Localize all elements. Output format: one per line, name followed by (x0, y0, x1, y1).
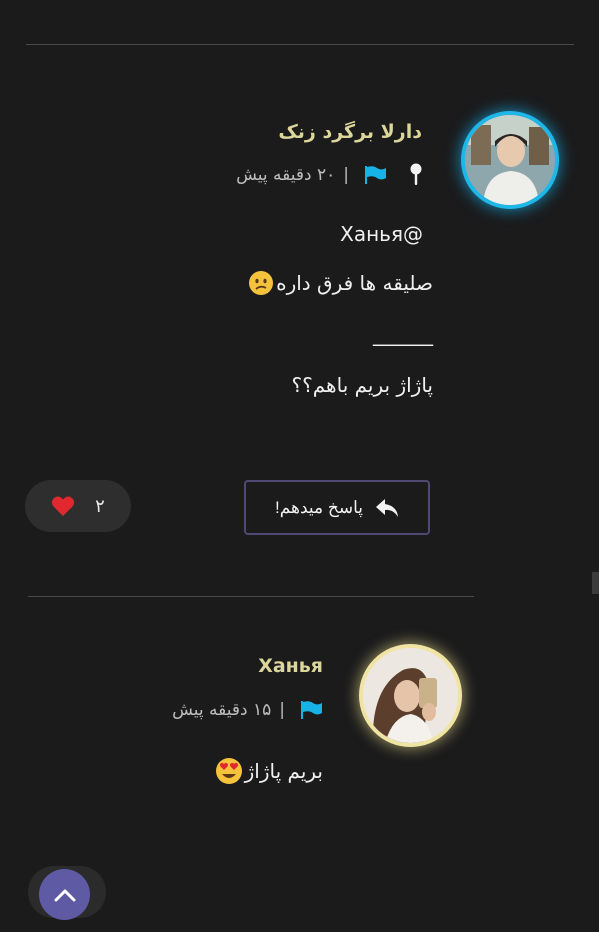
like-button[interactable]: ۲ (25, 480, 131, 532)
comment-line: صلیقه ها فرق داره (248, 270, 433, 296)
heart-icon (51, 495, 75, 517)
avatar-xanya[interactable] (363, 648, 458, 743)
scrollbar-thumb[interactable] (592, 572, 599, 594)
top-divider (26, 44, 574, 45)
comment-meta: | ۲۰ دقیقه پیش (236, 163, 423, 187)
comment-time: ۲۰ دقیقه پیش (236, 165, 336, 185)
comment-text: بریم پاژاژ (244, 759, 323, 783)
avatar-darla[interactable] (465, 115, 555, 205)
reply-label: پاسخ میدهم! (275, 497, 364, 517)
flag-icon (365, 166, 387, 184)
comment-rule: ______ (373, 322, 433, 346)
heart-eyes-emoji-icon (215, 757, 243, 785)
meta-separator: | (279, 700, 285, 720)
comment-text-2: پاژاژ بریم باهم؟؟ (291, 373, 433, 397)
reply-button[interactable]: پاسخ میدهم! (244, 480, 430, 535)
comment-meta: | ۱۵ دقیقه پیش (172, 700, 323, 720)
comment-divider (28, 596, 474, 597)
chevron-up-icon (54, 888, 76, 902)
author-name[interactable]: Xанья (258, 655, 323, 677)
scroll-to-top-button[interactable] (39, 869, 90, 920)
meta-separator: | (343, 165, 349, 185)
comment-line: بریم پاژاژ (215, 757, 323, 785)
comment-text: صلیقه ها فرق داره (276, 271, 433, 295)
confused-emoji-icon (248, 270, 274, 296)
reply-icon (375, 498, 399, 518)
avatar-photo (363, 648, 458, 743)
comment-time: ۱۵ دقیقه پیش (172, 700, 272, 720)
like-count: ۲ (95, 495, 105, 517)
flag-icon (301, 701, 323, 719)
pin-icon (409, 163, 423, 187)
author-name[interactable]: دارلا برگرد زنک (278, 121, 422, 143)
mention-text: Xанья@ (340, 222, 423, 246)
avatar-photo (465, 115, 555, 205)
